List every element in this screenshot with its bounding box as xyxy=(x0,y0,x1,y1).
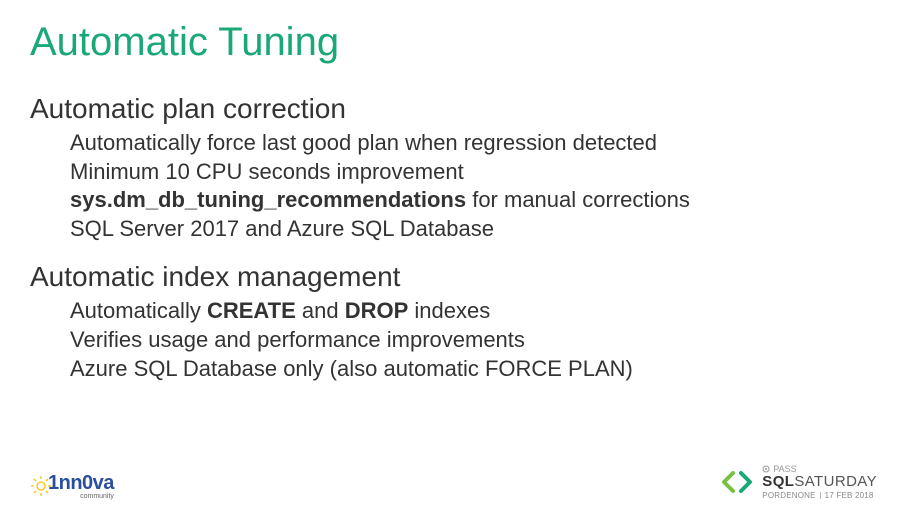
footer: 1nn0va community PASS SQLSATURD xyxy=(0,454,907,500)
bullet-list: Automatically CREATE and DROP indexes Ve… xyxy=(70,297,877,383)
bullet-item: sys.dm_db_tuning_recommendations for man… xyxy=(70,186,877,215)
sqlsat-title: SQLSATURDAY xyxy=(762,474,877,489)
slide: Automatic Tuning Automatic plan correcti… xyxy=(0,0,907,510)
event-date: 17 FEB 2018 xyxy=(825,491,874,500)
event-city: PORDENONE xyxy=(762,491,815,500)
logo-text-block: 1nn0va community xyxy=(48,472,114,500)
logo-brand-text: 1nn0va xyxy=(48,472,114,494)
sun-icon xyxy=(30,475,52,497)
logo-subtext: community xyxy=(48,493,114,500)
bullet-item: Minimum 10 CPU seconds improvement xyxy=(70,158,877,187)
angle-brackets-icon xyxy=(720,469,754,495)
bullet-item: Automatically force last good plan when … xyxy=(70,129,877,158)
bullet-item: Azure SQL Database only (also automatic … xyxy=(70,355,877,384)
section-plan-correction: Automatic plan correction Automatically … xyxy=(30,93,877,243)
slide-title: Automatic Tuning xyxy=(30,20,877,65)
section-heading: Automatic index management xyxy=(30,261,877,293)
logo-innova: 1nn0va community xyxy=(30,472,114,500)
section-heading: Automatic plan correction xyxy=(30,93,877,125)
pass-icon xyxy=(762,465,770,473)
bullet-item: SQL Server 2017 and Azure SQL Database xyxy=(70,215,877,244)
event-line: PORDENONE 17 FEB 2018 xyxy=(762,491,877,500)
section-index-management: Automatic index management Automatically… xyxy=(30,261,877,383)
sqlsat-text-block: PASS SQLSATURDAY PORDENONE 17 FEB 2018 xyxy=(762,464,877,500)
bullet-item: Automatically CREATE and DROP indexes xyxy=(70,297,877,326)
bullet-list: Automatically force last good plan when … xyxy=(70,129,877,243)
bullet-item: Verifies usage and performance improveme… xyxy=(70,326,877,355)
divider-icon xyxy=(820,492,821,499)
logo-sqlsaturday: PASS SQLSATURDAY PORDENONE 17 FEB 2018 xyxy=(720,464,877,500)
